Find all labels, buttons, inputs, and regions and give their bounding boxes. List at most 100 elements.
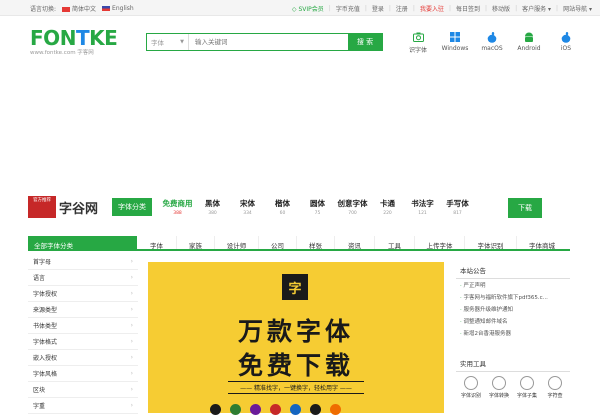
top-links: ◇ SVIP会员 | 字币充值 | 登录 | 注册 | 我要入驻 | 每日签到 … xyxy=(291,4,592,13)
nav-family[interactable]: 家族 xyxy=(177,236,215,250)
svip-link[interactable]: ◇ SVIP会员 xyxy=(292,4,324,13)
sidebar-item[interactable]: 字体格式 › xyxy=(28,334,138,350)
banner-dot xyxy=(310,404,321,415)
sponsor-item-cartoon[interactable]: 卡通 220 xyxy=(370,198,405,216)
camera-icon xyxy=(464,376,478,390)
category-sidebar: 首字母 › 语言 › 字体授权 › 来源类型 › 书体类型 › 字体格式 › 嵌入授权 › 字… xyxy=(28,254,138,414)
platform-android[interactable]: Android xyxy=(514,31,544,54)
chevron-right-icon: › xyxy=(130,290,133,297)
sponsor-item-handwriting[interactable]: 手写体 817 xyxy=(440,198,475,216)
logo-subtitle: www.fontke.com 字客网 xyxy=(30,50,94,56)
chevron-right-icon: › xyxy=(130,402,133,409)
join-link[interactable]: 我要入驻 xyxy=(420,4,444,13)
font-category-button[interactable]: 字体分类 xyxy=(112,198,152,216)
platform-identify[interactable]: 识字体 xyxy=(403,31,433,54)
tool-font-identify[interactable]: 字体识别 xyxy=(458,376,484,399)
nav-news[interactable]: 资讯 xyxy=(335,236,375,250)
sponsor-item-yuan[interactable]: 圆体 75 xyxy=(300,198,335,216)
sponsor-item-calligraphy[interactable]: 书法字 121 xyxy=(405,198,440,216)
tool-font-convert[interactable]: 字体转换 xyxy=(486,376,512,399)
platform-windows[interactable]: Windows xyxy=(440,31,470,54)
official-badge: 官方推荐 xyxy=(28,196,56,218)
chevron-right-icon: › xyxy=(130,370,133,377)
sponsor-logo[interactable]: 字谷网 xyxy=(59,198,107,217)
tools-panel: 实用工具 字体识别 字体转换 字体子集 字符查 xyxy=(456,355,570,403)
sponsor-item-song[interactable]: 宋体 334 xyxy=(230,198,265,216)
nav-upload[interactable]: 上传字体 xyxy=(415,236,465,250)
camera-icon xyxy=(412,31,424,43)
announcement-item[interactable]: · 服务器升级维护通知 xyxy=(456,303,570,315)
sidebar-item[interactable]: 嵌入授权 › xyxy=(28,350,138,366)
nav-designer[interactable]: 设计师 xyxy=(215,236,259,250)
sidebar-item[interactable]: 首字母 › xyxy=(28,254,138,270)
sidebar-item[interactable]: 字体风格 › xyxy=(28,366,138,382)
sidebar-item[interactable]: 语言 › xyxy=(28,270,138,286)
site-nav-link[interactable]: 网站导航 ▾ xyxy=(563,4,592,13)
chevron-right-icon: › xyxy=(130,258,133,265)
lang-cn-link[interactable]: 简体中文 xyxy=(62,4,96,13)
tool-char-lookup[interactable]: 字符查 xyxy=(542,376,568,399)
site-logo[interactable]: FONTKE www.fontke.com 字客网 xyxy=(30,26,125,56)
register-link[interactable]: 注册 xyxy=(396,4,408,13)
banner-decoration xyxy=(210,404,341,415)
customer-service-link[interactable]: 客户服务 ▾ xyxy=(522,4,551,13)
sponsor-item-creative[interactable]: 创意字体 700 xyxy=(335,198,370,216)
language-label: 语言切换: xyxy=(30,6,57,13)
daily-signin-link[interactable]: 每日签到 xyxy=(456,4,480,13)
search-type-select[interactable]: 字体 ▼ xyxy=(147,34,189,50)
nav-tools[interactable]: 工具 xyxy=(375,236,415,250)
sidebar-item[interactable]: 来源类型 › xyxy=(28,302,138,318)
sponsor-categories: 免费商用 388 黑体 380 宋体 334 楷体 60 圆体 75 创意字体 700 卡通… xyxy=(160,198,475,216)
nav-company[interactable]: 公司 xyxy=(259,236,297,250)
announcement-item[interactable]: · 调整通知邮件域名 xyxy=(456,315,570,327)
nav-specimen[interactable]: 样张 xyxy=(297,236,335,250)
main-nav: 全部字体分类 字体 家族 设计师 公司 样张 资讯 工具 上传字体 字体识别 字… xyxy=(28,236,570,251)
sidebar-item[interactable]: 书体类型 › xyxy=(28,318,138,334)
banner-dot xyxy=(270,404,281,415)
lang-en-link[interactable]: English xyxy=(102,5,134,12)
banner-headline-1: 万款字体 xyxy=(237,317,354,346)
nav-store[interactable]: 字体商城 xyxy=(517,236,567,250)
tool-font-subset[interactable]: 字体子集 xyxy=(514,376,540,399)
sidebar-item[interactable]: 区块 › xyxy=(28,382,138,398)
all-categories-tab[interactable]: 全部字体分类 xyxy=(28,236,137,250)
announcement-item[interactable]: · 字客网与福昕软件旗下pdf365.c... xyxy=(456,291,570,303)
chevron-right-icon: › xyxy=(130,386,133,393)
china-flag-icon xyxy=(62,7,71,12)
nav-identify[interactable]: 字体识别 xyxy=(465,236,517,250)
platform-links: 识字体 Windows macOS Android iOS xyxy=(403,31,581,54)
chevron-down-icon: ▼ xyxy=(180,39,184,45)
platform-macos[interactable]: macOS xyxy=(477,31,507,54)
nav-fonts[interactable]: 字体 xyxy=(137,236,177,250)
announcements-panel: 本站公告 · 严正声明 · 字客网与福昕软件旗下pdf365.c... · 服务… xyxy=(456,262,570,339)
language-switcher: 语言切换: 简体中文 English xyxy=(30,4,134,13)
announcements-title: 本站公告 xyxy=(456,262,570,279)
login-link[interactable]: 登录 xyxy=(372,4,384,13)
zi-logo-icon: 字 xyxy=(282,274,308,300)
announcement-item[interactable]: · 严正声明 xyxy=(456,279,570,291)
android-icon xyxy=(523,31,535,43)
sponsor-item-free[interactable]: 免费商用 388 xyxy=(160,198,195,216)
apple-icon xyxy=(560,31,572,43)
sponsor-item-kai[interactable]: 楷体 60 xyxy=(265,198,300,216)
search-button[interactable]: 搜 索 xyxy=(348,34,382,50)
banner-headline-2: 免费下载 xyxy=(237,351,354,380)
sponsor-item-hei[interactable]: 黑体 380 xyxy=(195,198,230,216)
logo-text: FONTKE xyxy=(30,26,118,50)
promo-banner[interactable]: 字 万款字体 免费下载 —— 精准找字，一键换字，轻松用字 —— xyxy=(148,262,444,415)
sidebar-item[interactable]: 字体授权 › xyxy=(28,286,138,302)
mobile-link[interactable]: 移动版 xyxy=(492,4,510,13)
chevron-right-icon: › xyxy=(130,322,133,329)
announcement-item[interactable]: · 新增2台香港服务器 xyxy=(456,327,570,339)
platform-ios[interactable]: iOS xyxy=(551,31,581,54)
search-input[interactable] xyxy=(189,34,348,50)
recharge-link[interactable]: 字币充值 xyxy=(336,4,360,13)
sidebar-item[interactable]: 字重 › xyxy=(28,398,138,414)
banner-dot xyxy=(250,404,261,415)
tools-title: 实用工具 xyxy=(456,355,570,372)
banner-tagline: —— 精准找字，一键换字，轻松用字 —— xyxy=(228,381,364,394)
chevron-right-icon: › xyxy=(130,306,133,313)
subset-icon xyxy=(520,376,534,390)
apple-icon xyxy=(486,31,498,43)
download-button[interactable]: 下载 xyxy=(508,198,542,218)
